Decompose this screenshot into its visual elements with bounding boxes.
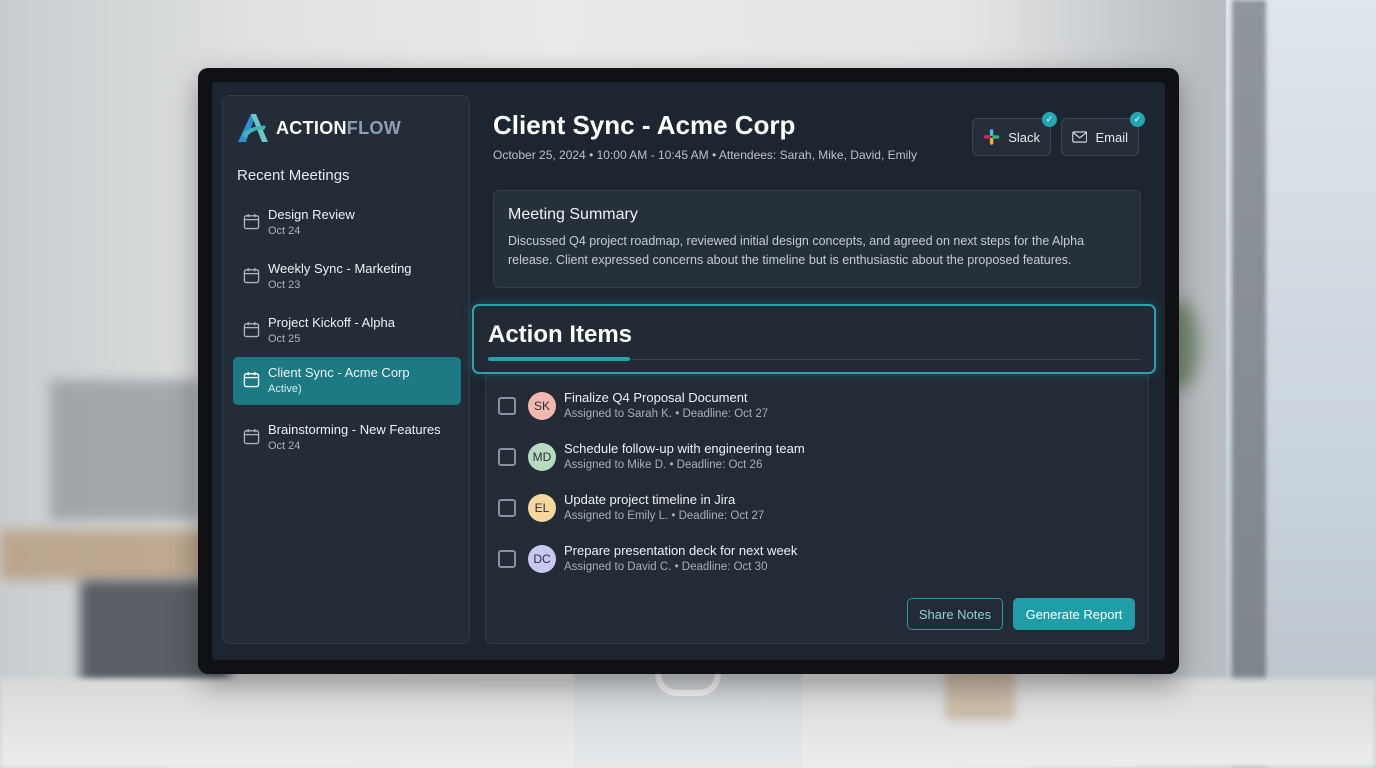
calendar-icon <box>243 321 260 338</box>
calendar-icon <box>243 428 260 445</box>
sidebar-item-date: Oct 25 <box>268 333 301 345</box>
monitor: ACTIONFLOW Recent Meetings Design Review… <box>198 68 1179 674</box>
meeting-details: October 25, 2024 • 10:00 AM - 10:45 AM •… <box>493 148 917 162</box>
action-item: SK Finalize Q4 Proposal Document Assigne… <box>498 386 768 426</box>
action-item-meta: Assigned to Sarah K. • Deadline: Oct 27 <box>564 408 769 420</box>
sidebar-item-status: Active) <box>268 383 302 395</box>
mail-icon <box>1072 131 1088 143</box>
meeting-summary-card: Meeting Summary Discussed Q4 project roa… <box>493 190 1141 288</box>
action-item-checkbox[interactable] <box>498 550 516 568</box>
slack-label: Slack <box>1008 129 1040 145</box>
action-item-checkbox[interactable] <box>498 448 516 466</box>
sidebar-item-label: Client Sync - Acme Corp <box>268 365 410 380</box>
sidebar-item-design-review[interactable]: Design Review Oct 24 <box>233 199 461 247</box>
avatar: SK <box>528 392 556 420</box>
generate-report-button[interactable]: Generate Report <box>1013 598 1135 630</box>
sidebar-item-label: Design Review <box>268 207 355 222</box>
avatar: EL <box>528 494 556 522</box>
avatar: MD <box>528 443 556 471</box>
sidebar-item-project-kickoff[interactable]: Project Kickoff - Alpha Oct 25 <box>233 307 461 355</box>
sidebar-item-date: Oct 24 <box>268 225 301 237</box>
app-screen: ACTIONFLOW Recent Meetings Design Review… <box>212 82 1165 660</box>
email-button[interactable]: Email ✓ <box>1061 112 1145 156</box>
slack-icon <box>983 129 1000 145</box>
sidebar-item-brainstorming[interactable]: Brainstorming - New Features Oct 24 <box>233 414 461 462</box>
action-item: DC Prepare presentation deck for next we… <box>498 539 797 579</box>
logo-text-flow: FLOW <box>346 117 401 138</box>
sidebar-item-date: Oct 23 <box>268 279 301 291</box>
action-item: EL Update project timeline in Jira Assig… <box>498 488 764 528</box>
tab-active-indicator <box>488 357 630 361</box>
email-label: Email <box>1095 129 1128 145</box>
summary-text: Discussed Q4 project roadmap, reviewed i… <box>508 234 1085 267</box>
action-item-meta: Assigned to David C. • Deadline: Oct 30 <box>564 561 768 573</box>
sidebar-item-weekly-sync[interactable]: Weekly Sync - Marketing Oct 23 <box>233 253 461 301</box>
action-item-title: Update project timeline in Jira <box>564 492 736 507</box>
action-item-title: Schedule follow-up with engineering team <box>564 441 805 456</box>
calendar-icon <box>243 213 260 230</box>
action-item-meta: Assigned to Emily L. • Deadline: Oct 27 <box>564 510 765 522</box>
action-item: MD Schedule follow-up with engineering t… <box>498 437 805 477</box>
avatar: DC <box>528 545 556 573</box>
sidebar-item-label: Weekly Sync - Marketing <box>268 261 412 276</box>
sidebar: ACTIONFLOW Recent Meetings Design Review… <box>222 95 470 644</box>
app-logo: ACTIONFLOW <box>236 112 401 144</box>
share-notes-button[interactable]: Share Notes <box>907 598 1003 630</box>
sidebar-item-label: Brainstorming - New Features <box>268 422 441 437</box>
action-item-meta: Assigned to Mike D. • Deadline: Oct 26 <box>564 459 763 471</box>
sidebar-item-client-sync-active[interactable]: Client Sync - Acme Corp Active) <box>233 357 461 405</box>
logo-text: ACTIONFLOW <box>276 118 401 139</box>
logo-icon <box>238 114 268 142</box>
action-items-header: Action Items <box>472 304 1156 374</box>
calendar-icon <box>243 267 260 284</box>
logo-text-action: ACTION <box>276 117 347 138</box>
sidebar-item-date: Oct 24 <box>268 440 301 452</box>
action-item-title: Finalize Q4 Proposal Document <box>564 390 748 405</box>
action-item-checkbox[interactable] <box>498 397 516 415</box>
sidebar-item-label: Project Kickoff - Alpha <box>268 315 395 330</box>
background-window-frame <box>1232 0 1266 768</box>
action-item-checkbox[interactable] <box>498 499 516 517</box>
recent-meetings-title: Recent Meetings <box>237 167 350 184</box>
action-items-heading: Action Items <box>488 321 633 348</box>
check-icon: ✓ <box>1042 112 1057 127</box>
summary-heading: Meeting Summary <box>508 206 638 223</box>
page-title: Client Sync - Acme Corp <box>493 110 796 140</box>
calendar-icon <box>243 371 260 388</box>
background-monitor <box>50 380 200 520</box>
check-icon: ✓ <box>1130 112 1145 127</box>
action-item-title: Prepare presentation deck for next week <box>564 543 798 558</box>
slack-button[interactable]: Slack ✓ <box>972 112 1057 156</box>
